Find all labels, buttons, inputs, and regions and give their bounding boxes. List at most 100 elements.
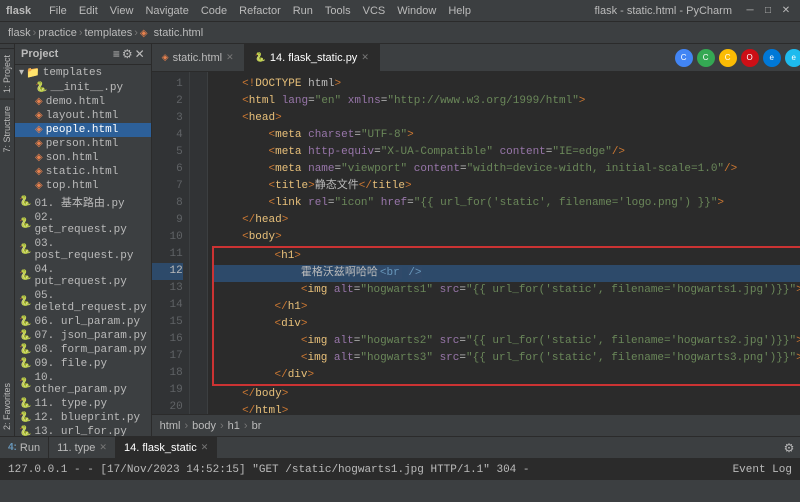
html-file-icon: ◈ [35, 110, 43, 122]
file-label: son.html [46, 152, 99, 164]
list-item[interactable]: 🐍 08. form_param.py [15, 343, 151, 357]
code-editor[interactable]: 12345 678910 1112131415 1617181920 21 <!… [152, 72, 800, 414]
menu-file[interactable]: File [43, 3, 73, 19]
tab-static-html[interactable]: ◈ static.html ✕ [152, 44, 245, 72]
file-label: __init__.py [50, 82, 123, 94]
path-sep: › [184, 420, 188, 432]
list-item[interactable]: 🐍 04. put_request.py [15, 263, 151, 289]
path-br[interactable]: br [252, 420, 262, 432]
list-item[interactable]: 🐍 03. post_request.py [15, 237, 151, 263]
path-html[interactable]: html [160, 420, 181, 432]
code-content[interactable]: <!DOCTYPE html> <html lang="en" xmlns="h… [208, 72, 800, 414]
tab-label: static.html [173, 52, 223, 64]
code-line: <html lang="en" xmlns="http://www.w3.org… [208, 93, 800, 110]
tab-close-icon[interactable]: ✕ [361, 52, 369, 63]
menu-window[interactable]: Window [391, 3, 442, 19]
path-body[interactable]: body [192, 420, 216, 432]
menu-view[interactable]: View [104, 3, 140, 19]
menu-vcs[interactable]: VCS [357, 3, 392, 19]
hide-panel-button[interactable]: ✕ [135, 47, 145, 61]
py-file-icon: 🐍 [19, 412, 31, 424]
code-line: </h1> [212, 299, 800, 316]
code-line: <meta name="viewport" content="width=dev… [208, 161, 800, 178]
file-label: layout.html [46, 110, 119, 122]
favorites-tab[interactable]: 2: Favorites [0, 377, 14, 436]
folder-icon: 📁 [26, 66, 40, 80]
list-item[interactable]: ◈ son.html [15, 151, 151, 165]
html-file-icon: ◈ [35, 166, 43, 178]
path-sep: › [244, 420, 248, 432]
list-item[interactable]: ◈ demo.html [15, 95, 151, 109]
code-line: <img alt="hogwarts2" src="{{ url_for('st… [212, 333, 800, 350]
settings-icon[interactable]: ⚙ [122, 47, 133, 61]
event-log-link[interactable]: Event Log [733, 464, 792, 476]
menu-edit[interactable]: Edit [73, 3, 104, 19]
line-numbers: 12345 678910 1112131415 1617181920 21 [152, 72, 190, 414]
list-item[interactable]: 🐍 13. url_for.py [15, 425, 151, 436]
list-item[interactable]: 🐍 12. blueprint.py [15, 411, 151, 425]
list-item[interactable]: 🐍 01. 基本路由.py [15, 193, 151, 211]
tab-close-icon[interactable]: ✕ [201, 442, 209, 453]
maximize-button[interactable]: □ [760, 3, 776, 19]
menu-navigate[interactable]: Navigate [139, 3, 194, 19]
structure-tab[interactable]: 7: Structure [0, 99, 14, 159]
list-item[interactable]: 🐍 09. file.py [15, 357, 151, 371]
run-tab-flask-static[interactable]: 14. flask_static ✕ [116, 437, 217, 459]
chrome-icon[interactable]: C [675, 49, 693, 67]
html-file-icon: ◈ [35, 124, 43, 136]
project-label: Project [21, 48, 58, 60]
code-line: <body> [208, 229, 800, 246]
tab-close-icon[interactable]: ✕ [99, 442, 107, 453]
close-button[interactable]: ✕ [778, 3, 794, 19]
list-item[interactable]: 🐍 11. type.py [15, 397, 151, 411]
run-tab-run[interactable]: 4: Run [0, 437, 49, 459]
menu-code[interactable]: Code [195, 3, 233, 19]
breadcrumb-practice[interactable]: practice [38, 27, 77, 39]
templates-folder[interactable]: ▾ 📁 templates [15, 65, 151, 81]
py-file-icon: 🐍 [19, 196, 31, 208]
code-line: <img alt="hogwarts1" src="{{ url_for('st… [212, 282, 800, 299]
opera-icon[interactable]: O [741, 49, 759, 67]
collapse-all-button[interactable]: ≡ [113, 47, 120, 61]
code-line: <link rel="icon" href="{{ url_for('stati… [208, 195, 800, 212]
chrome2-icon[interactable]: C [697, 49, 715, 67]
code-line: <img alt="hogwarts3" src="{{ url_for('st… [212, 350, 800, 367]
chrome3-icon[interactable]: C [719, 49, 737, 67]
file-label: demo.html [46, 96, 105, 108]
file-label: 02. get_request.py [34, 212, 146, 236]
run-tab-type[interactable]: 11. type ✕ [49, 437, 116, 459]
py-file-icon: 🐍 [19, 270, 31, 282]
path-sep: › [220, 420, 224, 432]
list-item[interactable]: ◈ people.html [15, 123, 151, 137]
list-item[interactable]: 🐍 06. url_param.py [15, 315, 151, 329]
list-item[interactable]: 🐍 __init__.py [15, 81, 151, 95]
edge-icon[interactable]: e [763, 49, 781, 67]
breadcrumb-templates[interactable]: templates [85, 27, 133, 39]
menu-refactor[interactable]: Refactor [233, 3, 287, 19]
list-item[interactable]: ◈ layout.html [15, 109, 151, 123]
folder-label: templates [43, 67, 102, 79]
list-item[interactable]: ◈ static.html [15, 165, 151, 179]
settings-run-icon[interactable]: ⚙ [778, 437, 800, 459]
minimize-button[interactable]: ─ [742, 3, 758, 19]
py-icon: 🐍 [255, 52, 266, 63]
list-item[interactable]: 🐍 10. other_param.py [15, 371, 151, 397]
path-h1[interactable]: h1 [228, 420, 240, 432]
list-item[interactable]: 🐍 02. get_request.py [15, 211, 151, 237]
tab-flask-static[interactable]: 🐍 14. flask_static.py ✕ [245, 44, 380, 72]
breadcrumb-file[interactable]: ◈ static.html [140, 27, 203, 39]
breadcrumb-flask[interactable]: flask [8, 27, 31, 39]
list-item[interactable]: ◈ top.html [15, 179, 151, 193]
html-file-icon: ◈ [140, 28, 148, 39]
ie-icon[interactable]: e [785, 49, 800, 67]
window-title: flask - static.html - PyCharm [594, 5, 732, 17]
tab-close-icon[interactable]: ✕ [226, 52, 234, 63]
menu-tools[interactable]: Tools [319, 3, 357, 19]
menu-run[interactable]: Run [287, 3, 319, 19]
project-tab[interactable]: 1: Project [0, 48, 14, 99]
run-panel-tabs: 4: Run 11. type ✕ 14. flask_static ✕ ⚙ [0, 436, 800, 458]
list-item[interactable]: ◈ person.html [15, 137, 151, 151]
menu-help[interactable]: Help [442, 3, 477, 19]
list-item[interactable]: 🐍 07. json_param.py [15, 329, 151, 343]
list-item[interactable]: 🐍 05. deletd_request.py [15, 289, 151, 315]
